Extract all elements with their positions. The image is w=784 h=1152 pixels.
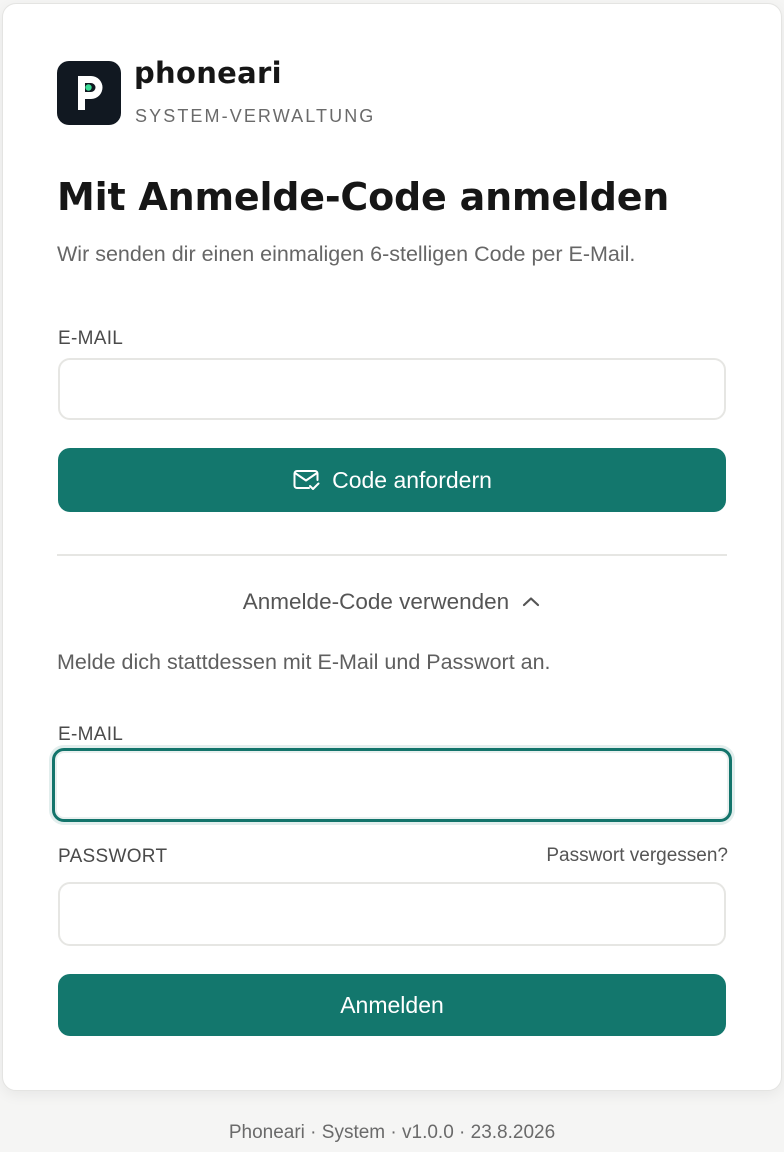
- chevron-up-icon: [521, 595, 541, 609]
- forgot-password-link[interactable]: Passwort vergessen?: [546, 845, 728, 867]
- brand-subtitle: SYSTEM-VERWALTUNG: [135, 106, 376, 126]
- password-email-label: E-MAIL: [58, 724, 124, 745]
- code-email-label: E-MAIL: [58, 328, 124, 349]
- footer-version: Phoneari · System · v1.0.0 · 23.8.2026: [228, 1122, 556, 1143]
- request-code-label: Code anfordern: [332, 466, 492, 493]
- password-hint: Melde dich stattdessen mit E-Mail und Pa…: [57, 650, 551, 674]
- password-email-input[interactable]: [52, 748, 732, 822]
- brand-name: phoneari: [134, 56, 282, 90]
- page-subtitle: Wir senden dir einen einmaligen 6-stelli…: [57, 242, 636, 266]
- password-label: PASSWORT: [58, 846, 168, 867]
- mail-check-icon: [292, 468, 320, 492]
- code-email-input[interactable]: [58, 358, 726, 420]
- divider: [57, 554, 727, 556]
- page-title: Mit Anmelde-Code anmelden: [57, 175, 670, 219]
- login-button[interactable]: Anmelden: [58, 974, 726, 1036]
- use-code-toggle-label: Anmelde-Code verwenden: [242, 589, 510, 614]
- use-code-toggle[interactable]: Anmelde-Code verwenden: [57, 582, 727, 622]
- login-button-label: Anmelden: [340, 991, 444, 1018]
- logo: [57, 61, 121, 125]
- request-code-button[interactable]: Code anfordern: [58, 448, 726, 512]
- logo-p-icon: [78, 76, 103, 110]
- password-input[interactable]: [58, 882, 726, 946]
